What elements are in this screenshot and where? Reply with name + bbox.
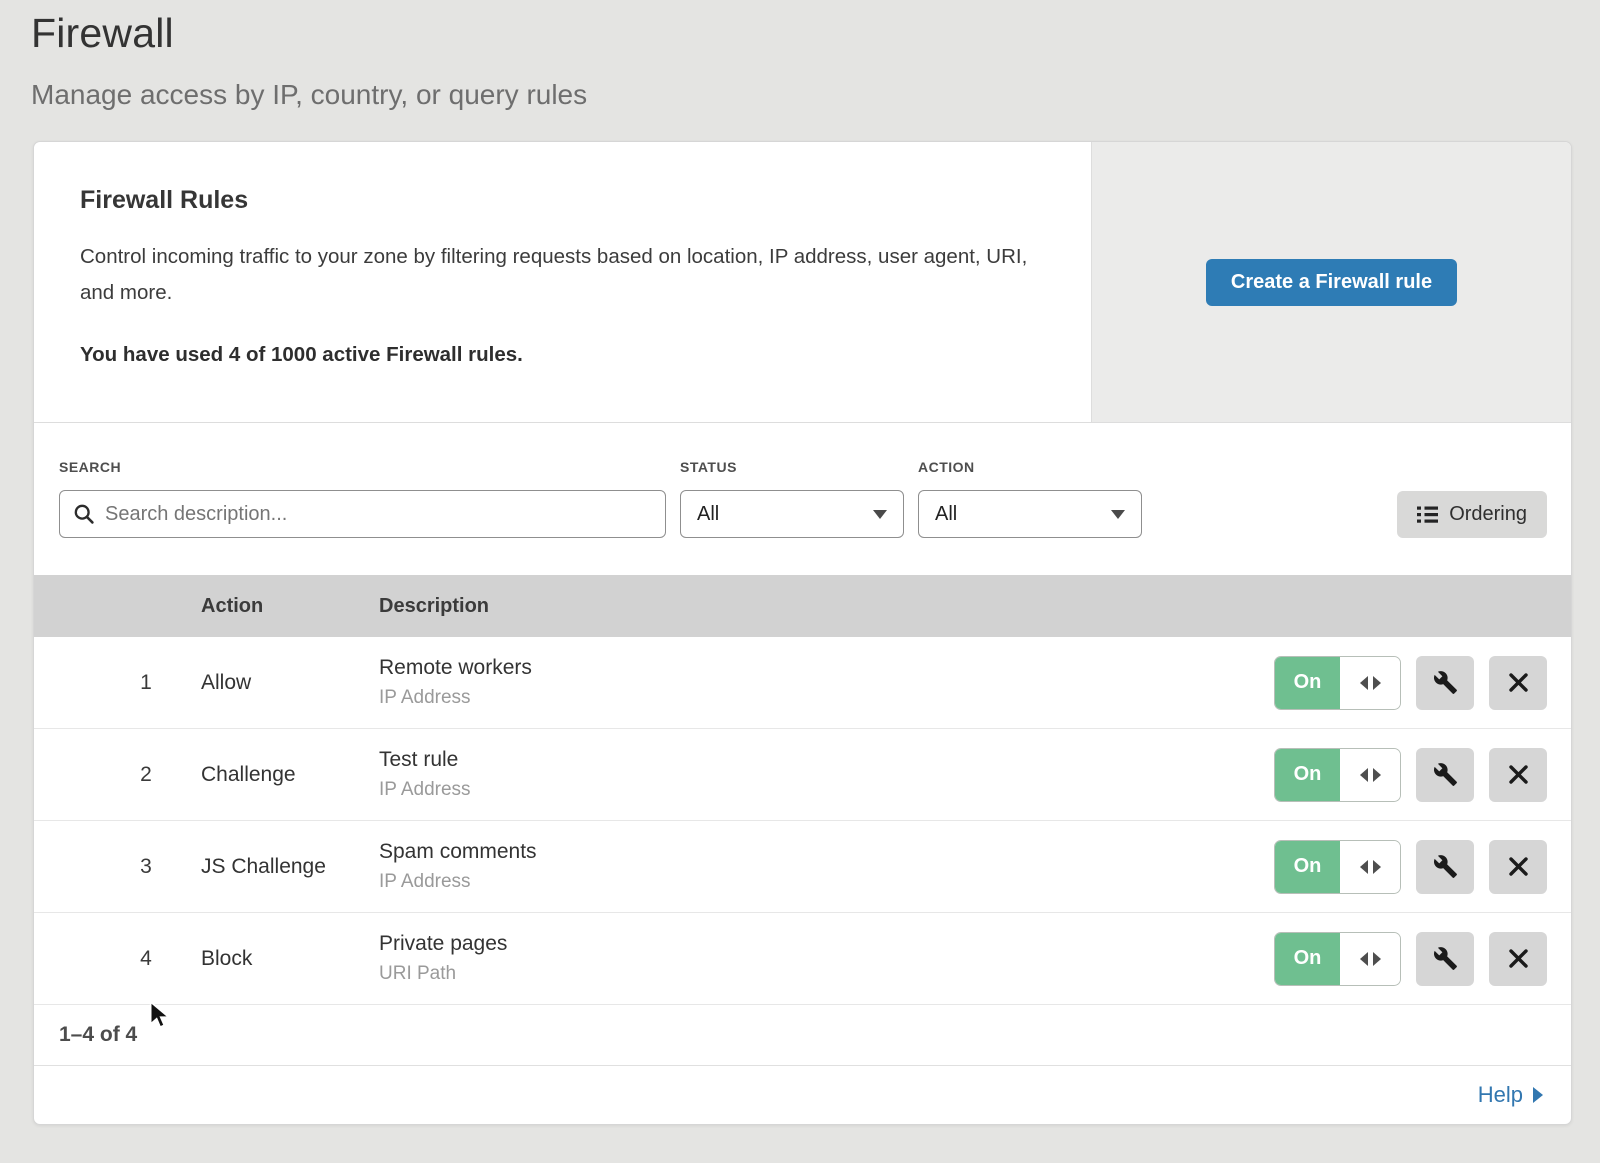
status-selected-value: All [697,503,719,526]
search-label: SEARCH [59,459,666,475]
edit-rule-button[interactable] [1416,932,1474,986]
close-icon [1508,856,1529,877]
pagination-row: 1–4 of 4 [34,1005,1571,1066]
delete-rule-button[interactable] [1489,656,1547,710]
rule-description: Private pages [379,932,1274,956]
status-label: STATUS [680,459,904,475]
rule-description-cell: Test rule IP Address [379,748,1274,801]
search-box[interactable] [59,490,666,538]
help-link[interactable]: Help [1478,1082,1543,1108]
rules-description: Control incoming traffic to your zone by… [80,239,1045,311]
rules-intro-section: Firewall Rules Control incoming traffic … [34,142,1571,423]
edit-rule-button[interactable] [1416,748,1474,802]
chevron-down-icon [1111,510,1125,519]
rule-priority: 4 [91,947,201,971]
rule-enabled-toggle[interactable]: On [1274,840,1401,894]
table-row: 4 Block Private pages URI Path On [34,913,1571,1005]
close-icon [1508,948,1529,969]
rule-action: Challenge [201,763,379,787]
row-controls: On [1274,656,1547,710]
table-row: 1 Allow Remote workers IP Address On [34,637,1571,729]
action-label: ACTION [918,459,1142,475]
toggle-drag-handle-icon[interactable] [1340,749,1400,801]
rule-match-type: IP Address [379,871,1274,893]
rule-match-type: IP Address [379,687,1274,709]
toggle-on-label[interactable]: On [1275,841,1340,893]
rule-description-cell: Private pages URI Path [379,932,1274,985]
search-icon [73,503,95,525]
rule-description: Test rule [379,748,1274,772]
ordering-button[interactable]: Ordering [1397,491,1547,538]
delete-rule-button[interactable] [1489,748,1547,802]
help-row: Help [34,1066,1571,1124]
wrench-icon [1433,946,1458,971]
status-filter-group: STATUS All [680,459,904,538]
pagination-text: 1–4 of 4 [59,1023,137,1047]
table-header: Action Description [34,575,1571,637]
delete-rule-button[interactable] [1489,840,1547,894]
action-filter-group: ACTION All [918,459,1142,538]
search-input[interactable] [105,503,652,526]
status-select[interactable]: All [680,490,904,538]
rules-intro-text: Firewall Rules Control incoming traffic … [34,142,1091,422]
action-column-header: Action [201,595,379,618]
toggle-drag-handle-icon[interactable] [1340,657,1400,709]
rule-description-cell: Remote workers IP Address [379,656,1274,709]
close-icon [1508,672,1529,693]
ordered-list-icon [1417,505,1438,524]
action-selected-value: All [935,503,957,526]
row-controls: On [1274,932,1547,986]
page-header: Firewall Manage access by IP, country, o… [0,0,1600,111]
page-title: Firewall [31,10,1600,57]
toggle-drag-handle-icon[interactable] [1340,933,1400,985]
table-row: 2 Challenge Test rule IP Address On [34,729,1571,821]
edit-rule-button[interactable] [1416,840,1474,894]
delete-rule-button[interactable] [1489,932,1547,986]
help-arrow-icon [1533,1087,1543,1103]
create-rule-panel: Create a Firewall rule [1091,142,1571,422]
wrench-icon [1433,854,1458,879]
row-controls: On [1274,748,1547,802]
toggle-on-label[interactable]: On [1275,933,1340,985]
rule-priority: 1 [91,671,201,695]
rule-match-type: IP Address [379,779,1274,801]
action-select[interactable]: All [918,490,1142,538]
ordering-button-label: Ordering [1449,503,1527,526]
wrench-icon [1433,762,1458,787]
wrench-icon [1433,670,1458,695]
rule-description-cell: Spam comments IP Address [379,840,1274,893]
page-subtitle: Manage access by IP, country, or query r… [31,79,1600,111]
close-icon [1508,764,1529,785]
firewall-rules-card: Firewall Rules Control incoming traffic … [33,141,1572,1125]
rule-match-type: URI Path [379,963,1274,985]
create-firewall-rule-button[interactable]: Create a Firewall rule [1206,259,1457,306]
rule-enabled-toggle[interactable]: On [1274,932,1401,986]
search-filter-group: SEARCH [59,459,666,538]
rule-action: JS Challenge [201,855,379,879]
rules-usage-note: You have used 4 of 1000 active Firewall … [80,343,1051,367]
toggle-drag-handle-icon[interactable] [1340,841,1400,893]
description-column-header: Description [379,595,1571,618]
row-controls: On [1274,840,1547,894]
filter-bar: SEARCH STATUS All ACTION All [34,423,1571,575]
rule-action: Allow [201,671,379,695]
rule-description: Remote workers [379,656,1274,680]
rules-heading: Firewall Rules [80,186,1051,215]
rule-action: Block [201,947,379,971]
rule-enabled-toggle[interactable]: On [1274,656,1401,710]
toggle-on-label[interactable]: On [1275,657,1340,709]
rule-enabled-toggle[interactable]: On [1274,748,1401,802]
rule-priority: 2 [91,763,201,787]
rule-description: Spam comments [379,840,1274,864]
rule-priority: 3 [91,855,201,879]
toggle-on-label[interactable]: On [1275,749,1340,801]
table-row: 3 JS Challenge Spam comments IP Address … [34,821,1571,913]
chevron-down-icon [873,510,887,519]
edit-rule-button[interactable] [1416,656,1474,710]
help-link-label: Help [1478,1082,1523,1108]
